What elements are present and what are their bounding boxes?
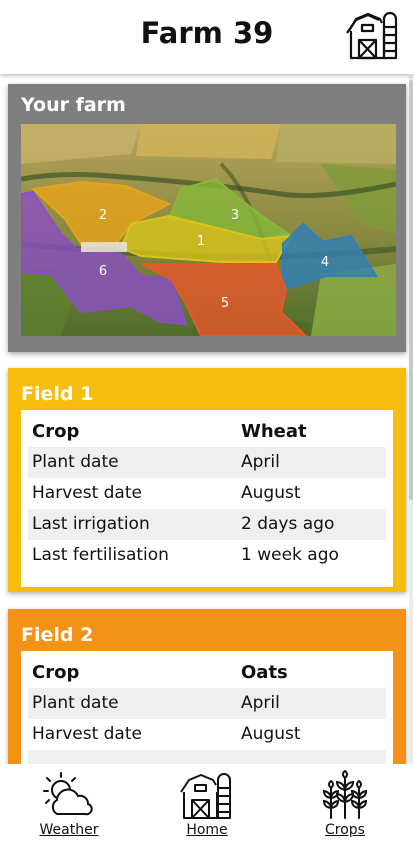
farm-region-label-1: 1 — [197, 234, 205, 249]
farm-region-label-2: 2 — [99, 208, 107, 223]
field-details-table: Crop Wheat Plant date April Harvest date… — [21, 410, 393, 587]
row-value: 2 days ago — [241, 514, 335, 534]
row-key: Last fertilisation — [32, 545, 169, 565]
crop-key: Crop — [32, 421, 80, 442]
farm-overview-card: Your farm 1 2 3 4 5 6 — [8, 84, 406, 352]
nav-home[interactable]: Home — [152, 770, 262, 838]
crop-value: Oats — [241, 662, 288, 683]
table-row: Plant date April — [28, 447, 386, 478]
row-key: Last irrigation — [32, 514, 150, 534]
row-value: April — [241, 693, 280, 713]
table-header-row: Crop Wheat — [28, 416, 386, 447]
row-key: Harvest date — [32, 724, 142, 744]
bottom-nav: Weather Home Crops — [0, 764, 414, 853]
farm-map: 1 2 3 4 5 6 — [21, 124, 396, 336]
field-card-1[interactable]: Field 1 Crop Wheat Plant date April Harv… — [8, 368, 406, 592]
row-key: Harvest date — [32, 483, 142, 503]
table-row: Plant date April — [28, 688, 386, 719]
field-title: Field 2 — [21, 624, 94, 646]
farm-region-label-6: 6 — [99, 264, 107, 279]
farm-region-label-4: 4 — [321, 255, 329, 270]
barn-icon — [180, 773, 231, 819]
crops-icon — [322, 770, 368, 819]
farm-region-label-5: 5 — [221, 296, 229, 311]
row-value: April — [241, 452, 280, 472]
row-value: August — [241, 724, 301, 744]
nav-weather[interactable]: Weather — [14, 770, 124, 838]
table-row: Last fertilisation 1 week ago — [28, 540, 386, 571]
row-value: August — [241, 483, 301, 503]
scrollbar-thumb[interactable] — [409, 80, 413, 500]
table-header-row: Crop Oats — [28, 657, 386, 688]
app-header: Farm 39 — [0, 0, 414, 74]
row-key: Plant date — [32, 452, 119, 472]
row-key: Plant date — [32, 693, 119, 713]
farm-region-label-3: 3 — [231, 208, 239, 223]
nav-home-label: Home — [186, 822, 228, 838]
nav-crops[interactable]: Crops — [290, 770, 400, 838]
farm-overview-title: Your farm — [21, 94, 126, 116]
crop-key: Crop — [32, 662, 80, 683]
row-value: 1 week ago — [241, 545, 339, 565]
table-row: Harvest date August — [28, 719, 386, 750]
field-title: Field 1 — [21, 383, 94, 405]
nav-weather-label: Weather — [39, 822, 99, 838]
table-row: Last irrigation 2 days ago — [28, 509, 386, 540]
crop-value: Wheat — [241, 421, 307, 442]
nav-crops-label: Crops — [325, 822, 365, 838]
table-row: Harvest date August — [28, 478, 386, 509]
weather-icon — [43, 772, 93, 816]
barn-icon[interactable] — [346, 9, 398, 61]
